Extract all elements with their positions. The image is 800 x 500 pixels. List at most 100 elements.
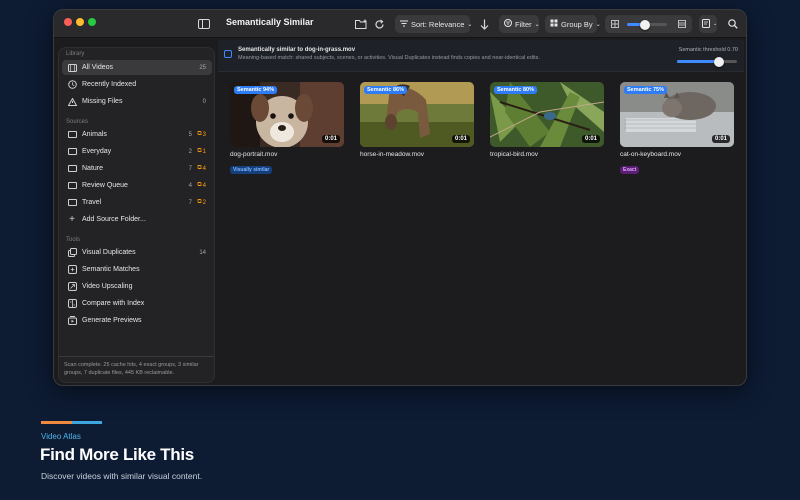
sidebar-item-label: Missing Files [82,98,123,105]
semantic-score-badge: Semantic 86% [364,86,407,94]
duplicate-badge: ⧉ 4 [197,165,206,172]
zoom-slider-knob[interactable] [640,19,650,30]
file-name: cat-on-keyboard.mov [620,151,682,158]
sidebar-item-label: Visual Duplicates [82,249,136,256]
sidebar-item-travel[interactable]: Travel 7 ⧉ 2 [62,195,212,210]
file-name: dog-portrait.mov [230,151,278,158]
result-card-cat-on-keyboard[interactable]: Semantic 75% 0:01 cat-on-keyboard.mov Ex… [620,82,734,176]
duration-badge: 0:01 [321,135,340,143]
inspector-icon [702,18,710,30]
banner-title: Semantically similar to dog-in-grass.mov [238,47,356,53]
tools-section-header: Tools [66,237,81,243]
threshold-slider-fill [677,60,719,63]
item-count: 25 [199,64,206,71]
sidebar-item-label: Video Upscaling [82,283,133,290]
duplicate-count: 3 [202,131,206,138]
sidebar-item-animals[interactable]: Animals 5 ⧉ 3 [62,127,212,142]
sidebar-item-all-videos[interactable]: All Videos 25 [62,60,212,75]
result-card-dog-portrait[interactable]: Semantic 94% 0:01 dog-portrait.mov Visua… [230,82,344,176]
scan-status-text: Scan complete. 25 cache hits, 4 exact gr… [59,356,214,382]
sort-lines-icon [400,20,408,29]
sidebar-item-everyday[interactable]: Everyday 2 ⧉ 1 [62,144,212,159]
threshold-slider[interactable] [677,56,737,67]
folder-icon [67,198,77,208]
filter-icon [504,19,512,29]
sidebar-item-compare-with-index[interactable]: Compare with Index [62,296,212,311]
item-count: 7 [188,165,192,172]
marketing-subline: Discover videos with similar visual cont… [41,471,203,481]
duplicate-icon: ⧉ [197,165,202,171]
sidebar-item-generate-previews[interactable]: Generate Previews [62,313,212,328]
semantic-score-badge: Semantic 94% [234,86,277,94]
duplicate-count: 4 [202,182,206,189]
group-by-dropdown[interactable]: Group By ⌄ [545,15,601,33]
brand-bar-blue [72,421,102,424]
app-window: Semantically Similar Sort: Relevance ⌄ F… [53,9,747,386]
library-section-header: Library [66,51,85,57]
result-card-horse-in-meadow[interactable]: Semantic 86% 0:01 horse-in-meadow.mov [360,82,474,158]
sparkle-icon [67,265,77,275]
filter-dropdown[interactable]: Filter ⌄ [499,15,540,33]
sources-section-header: Sources [66,119,89,125]
duplicate-badge: ⧉ 4 [197,182,206,189]
minimize-window-button[interactable] [76,18,84,26]
sidebar-toggle-icon[interactable] [197,15,211,33]
result-card-tropical-bird[interactable]: Semantic 80% 0:01 tropical-bird.mov [490,82,604,158]
exact-match-tag: Exact [620,166,640,174]
sidebar-item-missing-files[interactable]: Missing Files 0 [62,94,212,109]
visually-similar-tag: Visually similar [230,166,273,174]
sidebar-item-label: All Videos [82,64,114,71]
folder-icon [67,147,77,157]
sidebar: Library All Videos 25 Recently Indexed M… [58,47,215,383]
chevron-down-icon: ⌄ [534,21,540,28]
sidebar-item-review-queue[interactable]: Review Queue 4 ⧉ 4 [62,178,212,193]
sidebar-item-label: Recently Indexed [82,81,137,88]
small-grid-icon[interactable] [611,20,619,30]
video-thumbnail[interactable]: Semantic 94% 0:01 [230,82,344,147]
sort-direction-icon[interactable] [477,15,491,33]
window-title: Semantically Similar [226,17,314,27]
folder-icon [67,130,77,140]
zoom-slider[interactable] [627,19,667,30]
sidebar-item-recently-indexed[interactable]: Recently Indexed [62,77,212,92]
item-count: 4 [188,182,192,189]
close-window-button[interactable] [64,18,72,26]
item-count: 0 [202,98,206,105]
sidebar-item-video-upscaling[interactable]: Video Upscaling [62,279,212,294]
video-thumbnail[interactable]: Semantic 86% 0:01 [360,82,474,147]
film-icon [67,63,77,73]
chevron-down-icon: ⌄ [595,21,601,28]
threshold-slider-knob[interactable] [714,56,724,67]
semantic-match-banner: Semantically similar to dog-in-grass.mov… [218,40,744,72]
search-icon[interactable] [726,15,740,33]
duplicate-count: 2 [202,199,206,206]
item-count: 5 [188,131,192,138]
filter-label: Filter [515,19,532,29]
video-thumbnail[interactable]: Semantic 80% 0:01 [490,82,604,147]
duplicate-badge: ⧉ 2 [197,199,206,206]
semantic-info-icon [224,50,232,58]
duplicate-count: 4 [202,165,206,172]
zoom-control [605,15,692,33]
banner-subtitle: Meaning-based match: shared subjects, sc… [238,55,540,61]
folder-icon [67,181,77,191]
inspector-dropdown[interactable]: ⌄ [699,15,717,33]
add-source-folder-button[interactable]: + Add Source Folder... [62,212,212,227]
sidebar-item-nature[interactable]: Nature 7 ⧉ 4 [62,161,212,176]
zoom-window-button[interactable] [88,18,96,26]
title-bar: Semantically Similar Sort: Relevance ⌄ F… [54,10,746,38]
add-folder-icon[interactable] [354,15,368,33]
folder-icon [67,164,77,174]
sidebar-item-visual-duplicates[interactable]: Visual Duplicates 14 [62,245,212,260]
item-count: 7 [188,199,192,206]
marketing-headline: Find More Like This [40,445,194,464]
add-source-label: Add Source Folder... [82,216,146,223]
video-thumbnail[interactable]: Semantic 75% 0:01 [620,82,734,147]
sidebar-item-semantic-matches[interactable]: Semantic Matches [62,262,212,277]
sort-dropdown[interactable]: Sort: Relevance ⌄ [395,15,472,33]
sort-label: Sort: Relevance [411,19,465,29]
refresh-icon[interactable] [372,15,386,33]
large-grid-icon[interactable] [678,20,686,30]
sidebar-item-label: Animals [82,131,107,138]
sidebar-item-label: Travel [82,199,102,206]
